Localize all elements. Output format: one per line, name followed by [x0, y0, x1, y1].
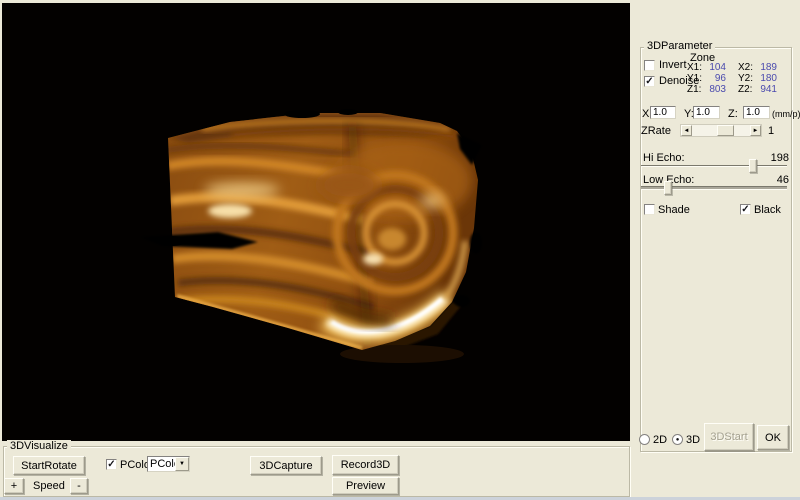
- preview-button[interactable]: Preview: [332, 477, 399, 495]
- low-echo-track[interactable]: [641, 186, 787, 190]
- zrate-right-arrow-icon[interactable]: ►: [750, 125, 761, 136]
- 3dstart-button[interactable]: 3DStart: [704, 423, 754, 451]
- speed-minus-button[interactable]: -: [70, 478, 88, 494]
- mode-3d-label: 3D: [686, 434, 700, 446]
- parameter-group-title: 3DParameter: [644, 40, 715, 52]
- low-echo-value: 46: [770, 174, 789, 186]
- ok-button[interactable]: OK: [757, 425, 789, 450]
- zrate-label: ZRate: [641, 125, 671, 137]
- pcolor-dropdown[interactable]: PColor ▼: [147, 456, 190, 472]
- start-rotate-button[interactable]: StartRotate: [13, 456, 85, 475]
- mode-2d-radio[interactable]: [639, 434, 650, 445]
- z-scale-label: Z:: [728, 108, 738, 120]
- app-window: 3DParameter Invert ✓ Denoise Zone X1: 10…: [0, 0, 800, 500]
- zrate-thumb[interactable]: [717, 125, 734, 136]
- speed-plus-button[interactable]: +: [4, 478, 24, 494]
- x-scale-input[interactable]: [650, 106, 676, 119]
- black-label: Black: [754, 204, 781, 216]
- pcolor-dropdown-value: PColor: [148, 457, 175, 471]
- hi-echo-value: 198: [770, 152, 789, 164]
- visualize-group-title: 3DVisualize: [7, 440, 71, 452]
- zone-z1-label: Z1:: [687, 85, 702, 95]
- 3d-viewport[interactable]: [2, 3, 630, 441]
- denoise-checkbox[interactable]: ✓: [644, 76, 655, 87]
- pcolor-checkbox[interactable]: ✓: [106, 459, 117, 470]
- zone-x1-label: X1:: [687, 63, 702, 73]
- hi-echo-thumb[interactable]: [749, 159, 757, 173]
- dropdown-arrow-icon[interactable]: ▼: [175, 457, 189, 471]
- shade-checkbox[interactable]: [644, 204, 655, 215]
- invert-label: Invert: [659, 59, 687, 71]
- hi-echo-track[interactable]: [641, 165, 787, 167]
- zrate-scrollbar[interactable]: ◄ ►: [680, 124, 762, 137]
- zone-z1-value: 803: [702, 85, 726, 95]
- zrate-value: 1: [768, 125, 774, 137]
- volume-render-icon: [2, 3, 630, 441]
- zone-y2-value: 180: [753, 74, 777, 84]
- pcolor-check-mark: ✓: [107, 460, 115, 469]
- speed-label: Speed: [33, 480, 65, 492]
- mode-2d-label: 2D: [653, 434, 667, 446]
- zone-x1-value: 104: [702, 63, 726, 73]
- mode-3d-radio[interactable]: ●: [672, 434, 683, 445]
- zone-y1-value: 96: [702, 74, 726, 84]
- zone-x2-value: 189: [753, 63, 777, 73]
- y-scale-input[interactable]: [693, 106, 720, 119]
- zone-y2-label: Y2:: [738, 74, 753, 84]
- 3dcapture-button[interactable]: 3DCapture: [250, 456, 322, 475]
- scale-unit-label: (mm/p): [772, 109, 800, 119]
- denoise-check-mark: ✓: [645, 77, 653, 86]
- black-checkbox[interactable]: ✓: [740, 204, 751, 215]
- record3d-button[interactable]: Record3D: [332, 455, 399, 475]
- zone-table: X1: 104 X2: 189 Y1: 96 Y2: 180 Z1: 803 Z…: [687, 63, 787, 95]
- z-scale-input[interactable]: [743, 106, 770, 119]
- low-echo-thumb[interactable]: [664, 181, 672, 195]
- zone-z2-value: 941: [753, 85, 777, 95]
- zone-y1-label: Y1:: [687, 74, 702, 84]
- black-check-mark: ✓: [741, 205, 749, 214]
- zone-z2-label: Z2:: [738, 85, 753, 95]
- shade-label: Shade: [658, 204, 690, 216]
- hi-echo-label: Hi Echo:: [643, 152, 685, 164]
- invert-checkbox[interactable]: [644, 60, 655, 71]
- mode-3d-dot: ●: [676, 437, 680, 443]
- zone-x2-label: X2:: [738, 63, 753, 73]
- zrate-left-arrow-icon[interactable]: ◄: [681, 125, 692, 136]
